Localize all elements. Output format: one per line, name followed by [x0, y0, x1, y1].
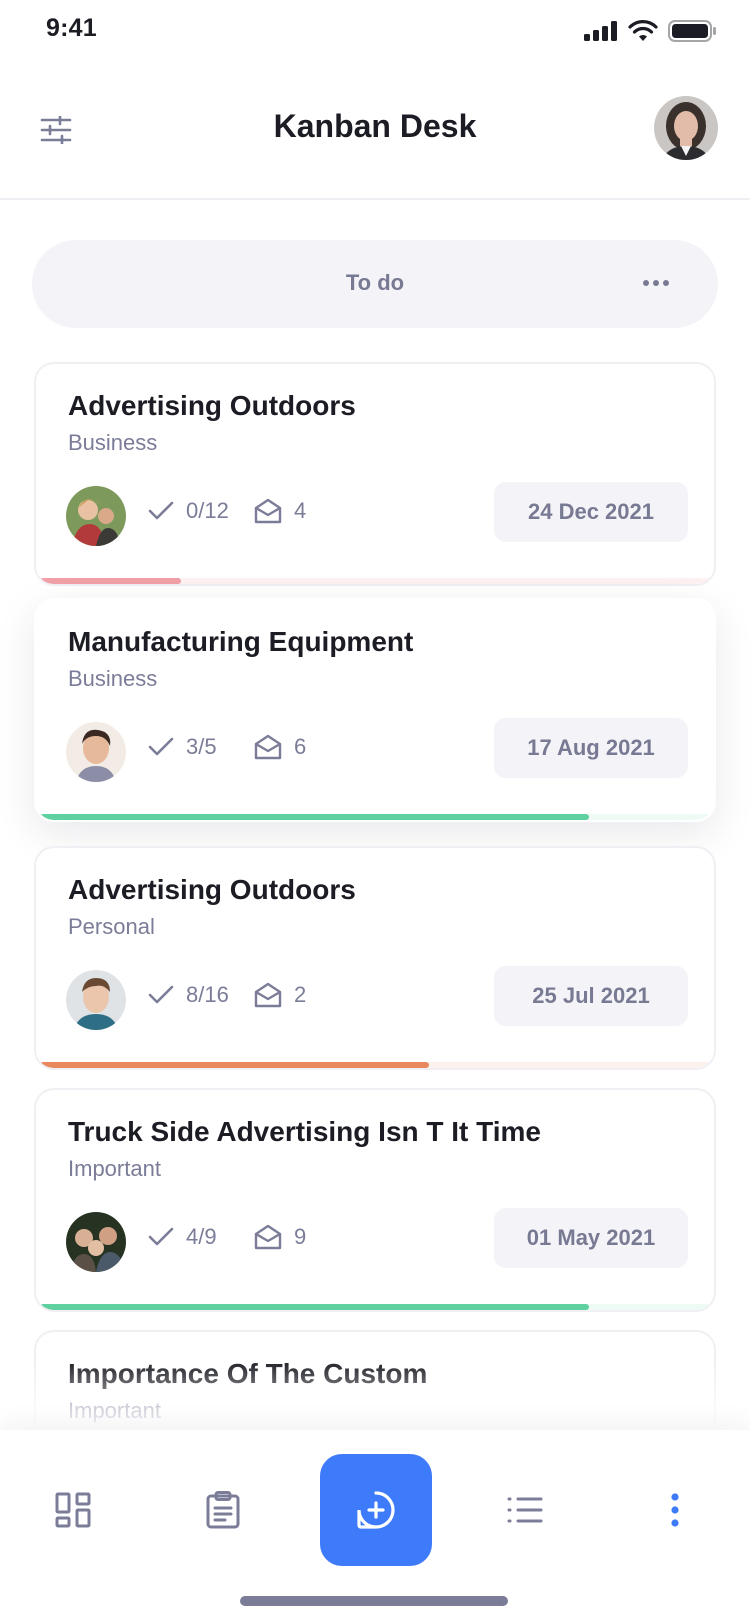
- envelope-open-icon: [254, 982, 282, 1008]
- check-icon: [148, 1227, 174, 1246]
- status-icons: [584, 20, 716, 42]
- card-title: Manufacturing Equipment: [68, 626, 414, 657]
- progress-bar: [40, 1304, 710, 1310]
- assignee-avatar: [66, 970, 126, 1030]
- card-category: Business: [68, 666, 158, 691]
- progress-fill: [40, 578, 181, 584]
- column-title: To do: [345, 270, 405, 295]
- battery-icon: [668, 20, 716, 42]
- messages-count: 4: [294, 498, 307, 523]
- due-date-badge: 17 Aug 2021: [494, 718, 688, 778]
- checklist-count: 3/5: [148, 734, 217, 760]
- envelope-open-icon: [254, 734, 282, 760]
- progress-bar: [40, 814, 710, 820]
- assignee-avatar: [66, 1212, 126, 1272]
- task-card[interactable]: Manufacturing Equipment Business 3/5 6 1…: [34, 598, 716, 822]
- tasks-count: 4/9: [186, 1224, 217, 1249]
- due-date-badge: 24 Dec 2021: [494, 482, 688, 542]
- progress-bar: [40, 1062, 710, 1068]
- checklist-count: 4/9: [148, 1224, 217, 1250]
- due-date-badge: 01 May 2021: [494, 1208, 688, 1268]
- card-category: Important: [68, 1156, 161, 1181]
- profile-avatar[interactable]: [654, 96, 718, 160]
- envelope-open-icon: [254, 498, 282, 524]
- status-bar: 9:41: [0, 0, 750, 60]
- tasks-count: 8/16: [186, 982, 229, 1007]
- nav-tasks[interactable]: [188, 1475, 258, 1545]
- dashboard-icon: [55, 1492, 91, 1528]
- add-task-button[interactable]: [320, 1454, 432, 1566]
- column-header: To do: [32, 240, 718, 328]
- nav-dashboard[interactable]: [38, 1475, 108, 1545]
- app-header: Kanban Desk: [0, 60, 750, 200]
- check-icon: [148, 501, 174, 520]
- checklist-count: 8/16: [148, 982, 229, 1008]
- task-card[interactable]: Advertising Outdoors Personal 8/16 2 25 …: [34, 846, 716, 1070]
- progress-fill: [40, 1062, 429, 1068]
- progress-fill: [40, 1304, 590, 1310]
- clipboard-icon: [206, 1491, 240, 1529]
- progress-bar: [40, 578, 710, 584]
- messages-count: 6: [294, 734, 307, 759]
- assignee-avatar: [66, 722, 126, 782]
- messages-count: 9: [294, 1224, 307, 1249]
- assignee-avatar: [66, 486, 126, 546]
- task-card[interactable]: Advertising Outdoors Business 0/12 4 24 …: [34, 362, 716, 586]
- message-count: 2: [254, 982, 306, 1008]
- card-category: Business: [68, 430, 158, 455]
- status-time: 9:41: [46, 14, 97, 42]
- add-circle-icon: [357, 1491, 395, 1529]
- task-card[interactable]: Truck Side Advertising Isn T It Time Imp…: [34, 1088, 716, 1312]
- message-count: 4: [254, 498, 306, 524]
- page-title: Kanban Desk: [273, 108, 477, 144]
- card-title: Advertising Outdoors: [68, 874, 356, 905]
- list-icon: [507, 1497, 543, 1523]
- check-icon: [148, 737, 174, 756]
- checklist-count: 0/12: [148, 498, 229, 524]
- wifi-icon: [628, 20, 658, 41]
- nav-more[interactable]: [640, 1475, 710, 1545]
- tasks-count: 3/5: [186, 734, 217, 759]
- envelope-open-icon: [254, 1224, 282, 1250]
- card-title: Importance Of The Custom: [68, 1358, 428, 1389]
- card-category: Personal: [68, 914, 155, 939]
- check-icon: [148, 985, 174, 1004]
- card-category: Important: [68, 1398, 161, 1423]
- message-count: 6: [254, 734, 306, 760]
- messages-count: 2: [294, 982, 307, 1007]
- card-title: Advertising Outdoors: [68, 390, 356, 421]
- card-title: Truck Side Advertising Isn T It Time: [68, 1116, 542, 1147]
- nav-list[interactable]: [490, 1475, 560, 1545]
- message-count: 9: [254, 1224, 306, 1250]
- progress-fill: [40, 814, 590, 820]
- cellular-signal-icon: [584, 21, 617, 41]
- tasks-count: 0/12: [186, 498, 229, 523]
- due-date-badge: 25 Jul 2021: [494, 966, 688, 1026]
- more-horizontal-icon[interactable]: [638, 268, 674, 298]
- more-vertical-icon: [671, 1493, 679, 1527]
- bottom-navigation: [0, 1430, 750, 1624]
- home-indicator: [240, 1596, 508, 1606]
